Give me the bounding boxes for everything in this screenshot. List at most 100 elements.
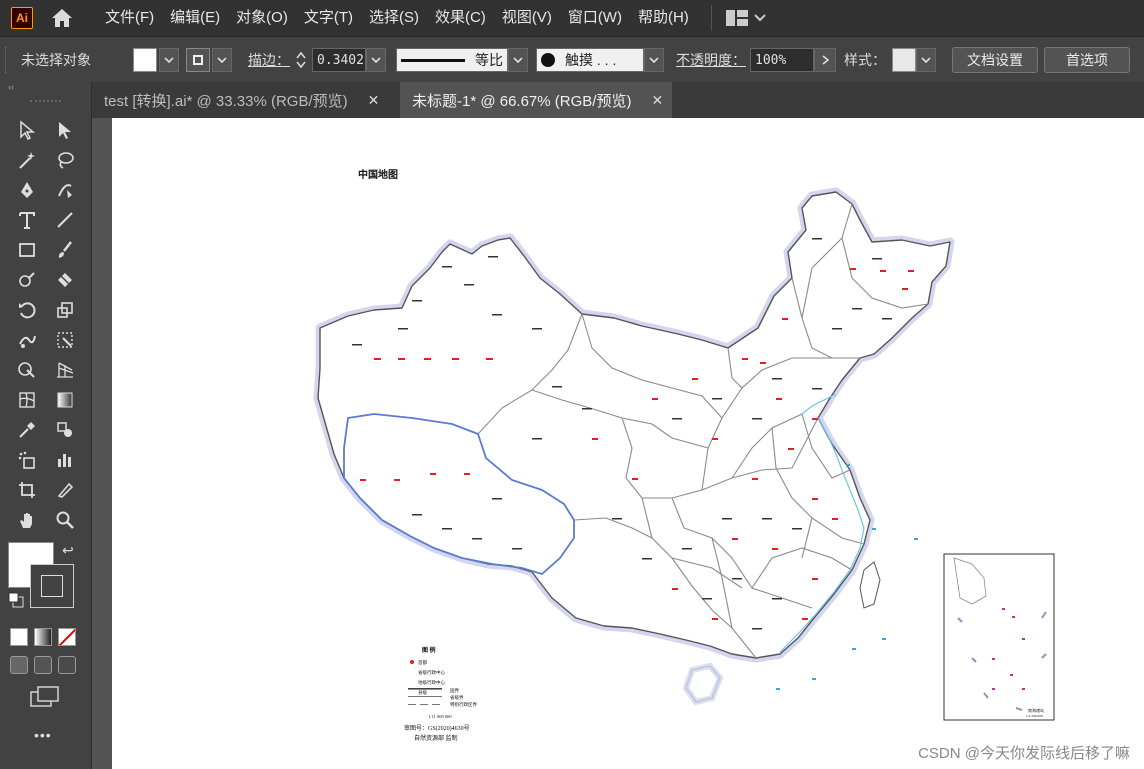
scale-tool-icon[interactable] [50, 296, 80, 324]
default-colors-icon[interactable] [8, 592, 24, 608]
screen-mode-icon[interactable] [0, 686, 91, 713]
symbol-sprayer-tool-icon[interactable] [12, 446, 42, 474]
menu-object[interactable]: 对象(O) [228, 0, 296, 36]
slice-tool-icon[interactable] [50, 476, 80, 504]
chevron-down-icon [921, 57, 931, 63]
eraser-tool-icon[interactable] [50, 266, 80, 294]
chevron-down-icon[interactable] [296, 61, 306, 69]
menu-help[interactable]: 帮助(H) [630, 0, 697, 36]
inset-scale: 1:4 500 000 [1026, 714, 1043, 718]
close-icon[interactable]: ✕ [368, 92, 380, 109]
graphic-style-dropdown[interactable] [916, 48, 936, 72]
stroke-dropdown[interactable] [212, 48, 232, 72]
rotate-tool-icon[interactable] [12, 296, 42, 324]
blend-tool-icon[interactable] [50, 416, 80, 444]
menu-file[interactable]: 文件(F) [97, 0, 162, 36]
eyedropper-tool-icon[interactable] [12, 416, 42, 444]
variable-width-profile[interactable]: 等比 [396, 48, 508, 72]
column-graph-tool-icon[interactable] [50, 446, 80, 474]
artboard-canvas[interactable]: 中国地图 图 例 首都 省级行政中心 地级行政中心 县级 国界 省级界 特别行政… [112, 118, 1144, 769]
workspace-switcher[interactable] [710, 5, 766, 31]
menu-select[interactable]: 选择(S) [361, 0, 427, 36]
gradient-mode-icon[interactable] [34, 628, 52, 646]
brush-dropdown[interactable] [644, 48, 664, 72]
watermark-text: CSDN @今天你发际线后移了嘛 [918, 745, 1130, 762]
chevron-up-icon[interactable] [296, 51, 306, 59]
inset-title: 南海诸岛 [1028, 707, 1044, 713]
magic-wand-icon[interactable] [12, 146, 42, 174]
warp-tool-icon[interactable] [12, 326, 42, 354]
control-bar: 未选择对象 描边： 0.3402 等比 触摸 . . . 不透明度： 100% … [0, 36, 1144, 83]
artboard-tool-icon[interactable] [12, 476, 42, 504]
legend-item-provincial-border: 省级界 [450, 694, 464, 701]
none-mode-icon[interactable] [58, 628, 76, 646]
stroke-swatch[interactable] [186, 48, 210, 72]
canvas-gutter [92, 118, 112, 769]
shape-builder-tool-icon[interactable] [12, 356, 42, 384]
opacity-input[interactable]: 100% [750, 48, 814, 72]
panel-grip[interactable] [5, 47, 12, 73]
legend-title: 图 例 [422, 646, 436, 654]
opacity-label[interactable]: 不透明度： [676, 50, 746, 70]
map-scale: 1:11 000 000 [428, 714, 452, 719]
menu-window[interactable]: 窗口(W) [560, 0, 630, 36]
profile-dropdown[interactable] [508, 48, 528, 72]
menu-type[interactable]: 文字(T) [296, 0, 361, 36]
home-icon[interactable] [49, 5, 75, 31]
color-mode-icon[interactable] [10, 628, 28, 646]
document-setup-button[interactable]: 文档设置 [952, 47, 1038, 73]
stroke-weight-dropdown[interactable] [366, 48, 386, 72]
edit-toolbar-button[interactable]: ••• [0, 727, 91, 743]
approval-number: 审图号：GS(2020)4630号 [404, 724, 470, 732]
publisher-credit: 自然资源部 监制 [414, 734, 458, 742]
graphic-style-swatch[interactable] [892, 48, 916, 72]
paintbrush-tool-icon[interactable] [50, 236, 80, 264]
stroke-stepper[interactable] [296, 51, 306, 69]
menu-effect[interactable]: 效果(C) [427, 0, 494, 36]
legend-capital-marker [410, 660, 414, 664]
fill-dropdown[interactable] [159, 48, 179, 72]
opacity-expand[interactable] [814, 48, 836, 72]
stroke-label[interactable]: 描边： [248, 50, 290, 70]
stroke-weight-input[interactable]: 0.3402 [312, 48, 366, 72]
close-icon[interactable]: ✕ [651, 92, 663, 109]
preferences-button[interactable]: 首选项 [1044, 47, 1130, 73]
legend-dash [420, 704, 428, 705]
chevron-down-icon [754, 14, 766, 22]
stroke-color-box[interactable] [30, 564, 74, 608]
type-tool-icon[interactable] [12, 206, 42, 234]
china-outline [317, 191, 951, 659]
shaper-tool-icon[interactable] [12, 266, 42, 294]
legend-dash [432, 704, 440, 705]
menu-edit[interactable]: 编辑(E) [162, 0, 228, 36]
tab-test-ai[interactable]: test [转换].ai* @ 33.33% (RGB/预览) ✕ [92, 82, 400, 118]
rectangle-tool-icon[interactable] [12, 236, 42, 264]
toolbar-collapse[interactable]: ‹‹ [0, 82, 91, 94]
selection-tool-icon[interactable] [12, 116, 42, 144]
gradient-tool-icon[interactable] [50, 386, 80, 414]
free-transform-tool-icon[interactable] [50, 326, 80, 354]
pen-tool-icon[interactable] [12, 176, 42, 204]
map-legend: 图 例 首都 省级行政中心 地级行政中心 县级 国界 省级界 特别行政区界 1:… [404, 646, 477, 742]
lasso-tool-icon[interactable] [50, 146, 80, 174]
fill-swatch[interactable] [133, 48, 157, 72]
draw-behind-icon[interactable] [34, 656, 52, 674]
legend-item-sar-border: 特别行政区界 [450, 701, 477, 708]
toolbar-grip[interactable] [30, 100, 61, 112]
chevron-down-icon [649, 57, 659, 63]
menu-view[interactable]: 视图(V) [494, 0, 560, 36]
swap-fill-stroke-icon[interactable]: ↩ [62, 542, 74, 559]
line-segment-tool-icon[interactable] [50, 206, 80, 234]
mesh-tool-icon[interactable] [12, 386, 42, 414]
legend-item-national-border: 国界 [450, 688, 459, 694]
draw-inside-icon[interactable] [58, 656, 76, 674]
main-menu: 文件(F) 编辑(E) 对象(O) 文字(T) 选择(S) 效果(C) 视图(V… [97, 0, 697, 36]
curvature-tool-icon[interactable] [50, 176, 80, 204]
tab-untitled-1[interactable]: 未标题-1* @ 66.67% (RGB/预览) ✕ [400, 82, 672, 118]
hand-tool-icon[interactable] [12, 506, 42, 534]
zoom-tool-icon[interactable] [50, 506, 80, 534]
direct-selection-tool-icon[interactable] [50, 116, 80, 144]
draw-normal-icon[interactable] [10, 656, 28, 674]
perspective-grid-tool-icon[interactable] [50, 356, 80, 384]
brush-definition[interactable]: 触摸 . . . [536, 48, 644, 72]
